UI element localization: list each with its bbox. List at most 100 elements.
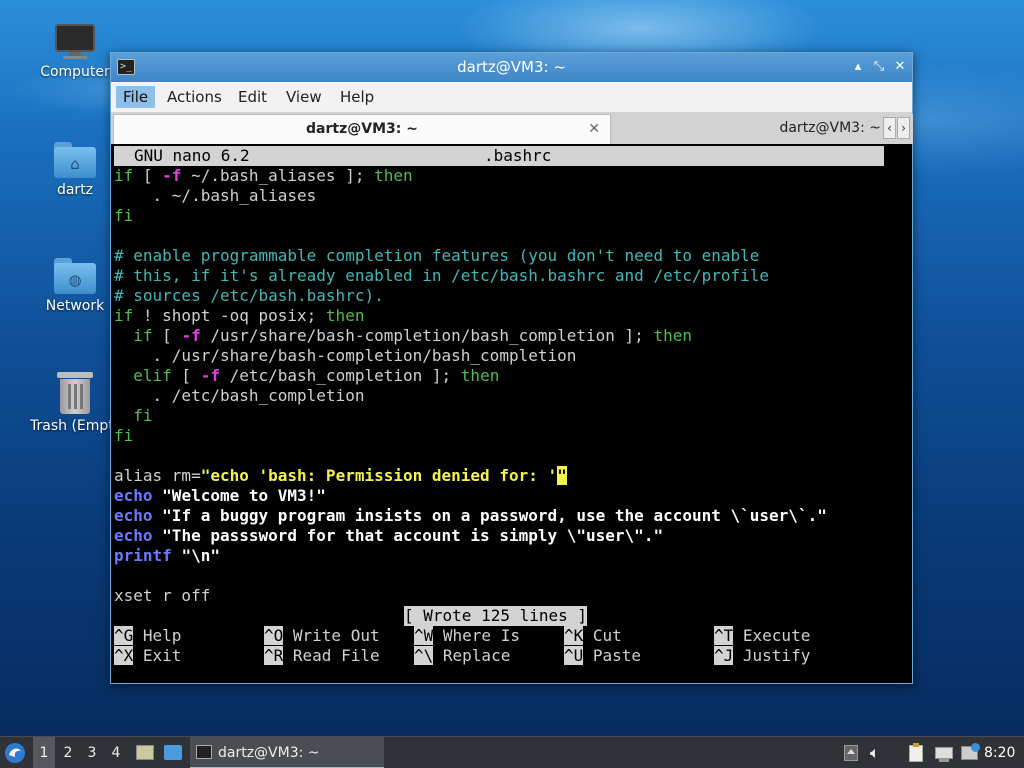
code-token: "\n" (181, 546, 220, 565)
terminal-content[interactable]: GNU nano 6.2 .bashrc [ Wrote 125 lines ] … (114, 146, 910, 681)
code-token: echo (114, 486, 153, 505)
shortcut-item[interactable]: ^O Write Out (264, 626, 380, 646)
code-token: . /etc/bash_completion (114, 386, 365, 405)
terminal-icon (196, 745, 212, 759)
shortcut-key: ^U (564, 646, 584, 665)
clipboard-icon[interactable] (906, 743, 926, 763)
menu-actions[interactable]: Actions (160, 86, 229, 108)
code-token: fi (114, 206, 134, 225)
workspace-1[interactable]: 1 (33, 737, 55, 768)
shortcut-item[interactable]: ^T Execute (714, 626, 810, 646)
editor-line: if ! shopt -oq posix; then (114, 306, 364, 326)
editor-line: if [ -f ~/.bash_aliases ]; then (114, 166, 413, 186)
shortcut-key: ^W (414, 626, 434, 645)
close-button[interactable]: ✕ (891, 58, 909, 76)
tab-scroll-right-icon[interactable]: › (897, 117, 910, 139)
workspace-4[interactable]: 4 (105, 737, 127, 768)
shortcut-item[interactable]: ^\ Replace (414, 646, 510, 666)
shortcut-item[interactable]: ^U Paste (564, 646, 641, 666)
shortcut-label: Where Is (433, 626, 520, 645)
tab-terminal-1[interactable]: dartz@VM3: ~ ✕ (113, 114, 611, 144)
nano-status-message: [ Wrote 125 lines ] (404, 606, 588, 626)
shortcut-item[interactable]: ^W Where Is (414, 626, 520, 646)
code-token: if (133, 326, 153, 345)
launcher-button[interactable] (162, 737, 184, 768)
editor-line: elif [ -f /etc/bash_completion ]; then (114, 366, 499, 386)
maximize-button[interactable]: ⤡ (870, 58, 888, 76)
menu-view[interactable]: View (279, 86, 329, 108)
network-icon[interactable] (934, 743, 954, 763)
code-token: then (325, 306, 365, 325)
code-token: /etc/bash_completion ]; (219, 366, 461, 385)
update-notifier-icon[interactable] (960, 743, 980, 763)
shortcut-key: ^T (714, 626, 734, 645)
editor-line: . /etc/bash_completion (114, 386, 365, 406)
code-token: elif (133, 366, 172, 385)
code-token: fi (114, 426, 134, 445)
code-token: "If a buggy program insists on a passwor… (162, 506, 827, 525)
shortcut-key: ^R (264, 646, 284, 665)
shortcut-label: Exit (133, 646, 182, 665)
shortcut-label: Execute (733, 626, 811, 645)
start-menu-button[interactable] (4, 737, 30, 768)
code-token: . /usr/share/bash-completion/bash_comple… (114, 346, 577, 365)
shortcut-item[interactable]: ^R Read File (264, 646, 380, 666)
taskbar-task-label: dartz@VM3: ~ (218, 745, 320, 761)
code-token: -f (200, 366, 220, 385)
shortcut-item[interactable]: ^X Exit (114, 646, 181, 666)
code-token: if (114, 166, 134, 185)
code-token: /usr/share/bash-completion/bash_completi… (200, 326, 654, 345)
menu-file[interactable]: File (116, 86, 156, 108)
editor-line: # sources /etc/bash.bashrc). (114, 286, 384, 306)
workspace-2[interactable]: 2 (57, 737, 79, 768)
volume-icon[interactable]: 🔈︎ (870, 743, 890, 763)
taskbar-task-terminal[interactable]: dartz@VM3: ~ (190, 737, 384, 768)
nano-filename: .bashrc (484, 146, 552, 165)
menu-edit[interactable]: Edit (231, 86, 274, 108)
shortcut-key: ^J (714, 646, 734, 665)
code-token: then (460, 366, 500, 385)
taskbar: 1 2 3 4 dartz@VM3: ~ 🔈︎ 8:20 (0, 736, 1024, 768)
shortcut-item[interactable]: ^J Justify (714, 646, 810, 666)
code-token: -f (181, 326, 201, 345)
tab-scroll-left-icon[interactable]: ‹ (883, 117, 896, 139)
workspace-3[interactable]: 3 (81, 737, 103, 768)
code-token: "The passsword for that account is simpl… (162, 526, 664, 545)
tab-close-icon[interactable]: ✕ (588, 115, 600, 143)
shortcut-item[interactable]: ^G Help (114, 626, 181, 646)
code-token: [ (133, 166, 163, 185)
window-switch-icon (164, 745, 182, 760)
tab-terminal-2[interactable]: dartz@VM3: ~ (613, 114, 913, 144)
menu-bar: File Actions Edit View Help (111, 82, 912, 112)
code-token: if (114, 306, 134, 325)
code-token: ~/.bash_aliases ]; (181, 166, 375, 185)
menu-help[interactable]: Help (333, 86, 381, 108)
computer-icon (53, 24, 97, 60)
window-titlebar[interactable]: >_ dartz@VM3: ~ ▴ ⤡ ✕ (111, 53, 912, 82)
editor-line: . ~/.bash_aliases (114, 186, 317, 206)
editor-line: echo "Welcome to VM3!" (114, 486, 326, 506)
tab-label: dartz@VM3: ~ (306, 121, 418, 137)
code-token: fi (133, 406, 153, 425)
shortcut-label: Paste (583, 646, 642, 665)
code-token: # this, if it's already enabled in /etc/… (114, 266, 770, 285)
nano-version: GNU nano 6.2 (134, 146, 250, 165)
editor-line: xset r off (114, 586, 210, 606)
code-token: echo (114, 526, 153, 545)
code-token: # enable programmable completion feature… (114, 246, 760, 265)
shortcut-label: Read File (283, 646, 380, 665)
shortcut-item[interactable]: ^K Cut (564, 626, 622, 646)
editor-line: . /usr/share/bash-completion/bash_comple… (114, 346, 577, 366)
tray-arrow-icon[interactable] (842, 743, 862, 763)
code-token: echo (114, 506, 153, 525)
code-token: xset r off (114, 586, 211, 605)
show-desktop-button[interactable] (134, 737, 156, 768)
code-token: alias rm= (114, 466, 201, 485)
code-token: . ~/.bash_aliases (114, 186, 317, 205)
minimize-button[interactable]: ▴ (849, 58, 867, 76)
